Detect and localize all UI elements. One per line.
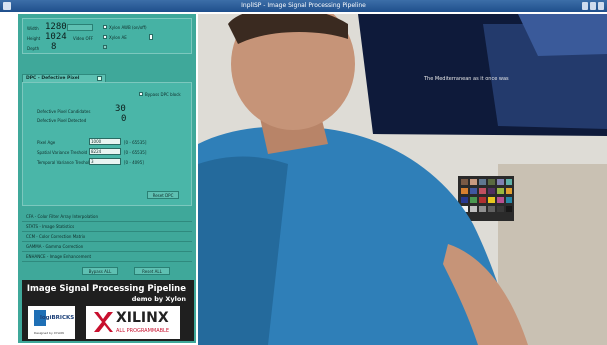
detected-label: Defective Pixel Detected	[37, 118, 87, 123]
section-enhance[interactable]: ENHANCE - Image Enhancement	[22, 252, 192, 262]
temporal-input[interactable]: 3	[89, 158, 121, 165]
bypass-all-button[interactable]: Bypass ALL	[82, 267, 118, 275]
width-value: 1280	[45, 22, 67, 32]
logo2-text: XILINX	[116, 310, 169, 326]
temporal-label: Temporal Variance Treshold	[37, 160, 92, 165]
width-apply-button[interactable]	[67, 24, 93, 31]
depth-label: Depth	[27, 46, 40, 51]
banner-subtitle: demo by Xylon	[131, 295, 186, 303]
pixel-age-label: Pixel Age	[37, 140, 56, 145]
dpc-box: Bypass DPC block Defective Pixel Candida…	[22, 82, 192, 206]
spatial-input[interactable]: 8224	[89, 148, 121, 155]
pixel-age-input[interactable]: 1000	[89, 138, 121, 145]
demo-banner: Image Signal Processing Pipeline demo by…	[22, 280, 194, 341]
close-icon[interactable]	[598, 2, 604, 10]
ae-checkbox[interactable]	[103, 35, 107, 39]
minimize-icon[interactable]	[582, 2, 588, 10]
spatial-range: [0 - 65535]	[124, 150, 147, 155]
third-checkbox[interactable]	[103, 45, 107, 49]
height-value: 1024	[45, 32, 67, 42]
candidates-label: Defective Pixel Candidates	[37, 109, 91, 114]
tab-close-icon[interactable]	[97, 76, 102, 81]
camera-feed: The Mediterranean as it once was	[198, 14, 607, 345]
ae-slider-handle[interactable]	[149, 34, 153, 40]
logo2-sub: ALL PROGRAMMABLE	[116, 328, 169, 334]
height-label: Height	[27, 36, 41, 41]
section-gamma[interactable]: GAMMA - Gamma Correction	[22, 242, 192, 252]
depth-value: 8	[51, 42, 57, 52]
bypass-dpc-checkbox[interactable]	[139, 92, 143, 96]
video-off-label: Video OFF	[73, 36, 94, 41]
resolution-box: Width 1280 Height 1024 Video OFF Depth 8…	[22, 18, 192, 54]
window-titlebar: InplISP - Image Signal Processing Pipeli…	[0, 0, 607, 12]
bypass-dpc-label: Bypass DPC block	[145, 92, 181, 97]
logo1-sub: Designed by XYLON	[34, 331, 64, 335]
width-label: Width	[27, 26, 39, 31]
detected-value: 0	[121, 114, 127, 124]
ae-checkbox-label: Xylon AE	[109, 35, 127, 40]
poster-text: The Mediterranean as it once was	[424, 76, 509, 82]
logo1-text: logiBRICKS	[40, 315, 75, 321]
temporal-range: [0 - 4095]	[124, 160, 144, 165]
reset-all-button[interactable]: Reset ALL	[134, 267, 170, 275]
section-stats[interactable]: STATS - Image Statistics	[22, 222, 192, 232]
window-title: InplISP - Image Signal Processing Pipeli…	[241, 2, 366, 9]
xilinx-logo: XILINX ALL PROGRAMMABLE	[86, 306, 180, 339]
candidates-value: 30	[115, 104, 126, 114]
camera-frame-image	[198, 14, 607, 345]
app-menu-icon[interactable]	[3, 2, 11, 10]
section-ccm[interactable]: CCM - Color Correction Matrix	[22, 232, 192, 242]
xilinx-mark-icon	[94, 312, 113, 332]
reset-dpc-button[interactable]: Reset DPC	[147, 191, 179, 199]
section-cfa[interactable]: CFA - Color Filter Array Interpolation	[22, 212, 192, 222]
logibricks-logo: logiBRICKS Designed by XYLON	[28, 306, 75, 339]
awb-checkbox-label: Xylon AWB (on/off)	[109, 25, 147, 30]
control-panel: Width 1280 Height 1024 Video OFF Depth 8…	[18, 14, 196, 343]
window-controls	[582, 2, 604, 10]
spatial-label: Spatial Variance Treshold	[37, 150, 88, 155]
pixel-age-range: [0 - 65535]	[124, 140, 147, 145]
awb-checkbox[interactable]	[103, 25, 107, 29]
banner-title: Image Signal Processing Pipeline	[26, 284, 186, 294]
maximize-icon[interactable]	[590, 2, 596, 10]
